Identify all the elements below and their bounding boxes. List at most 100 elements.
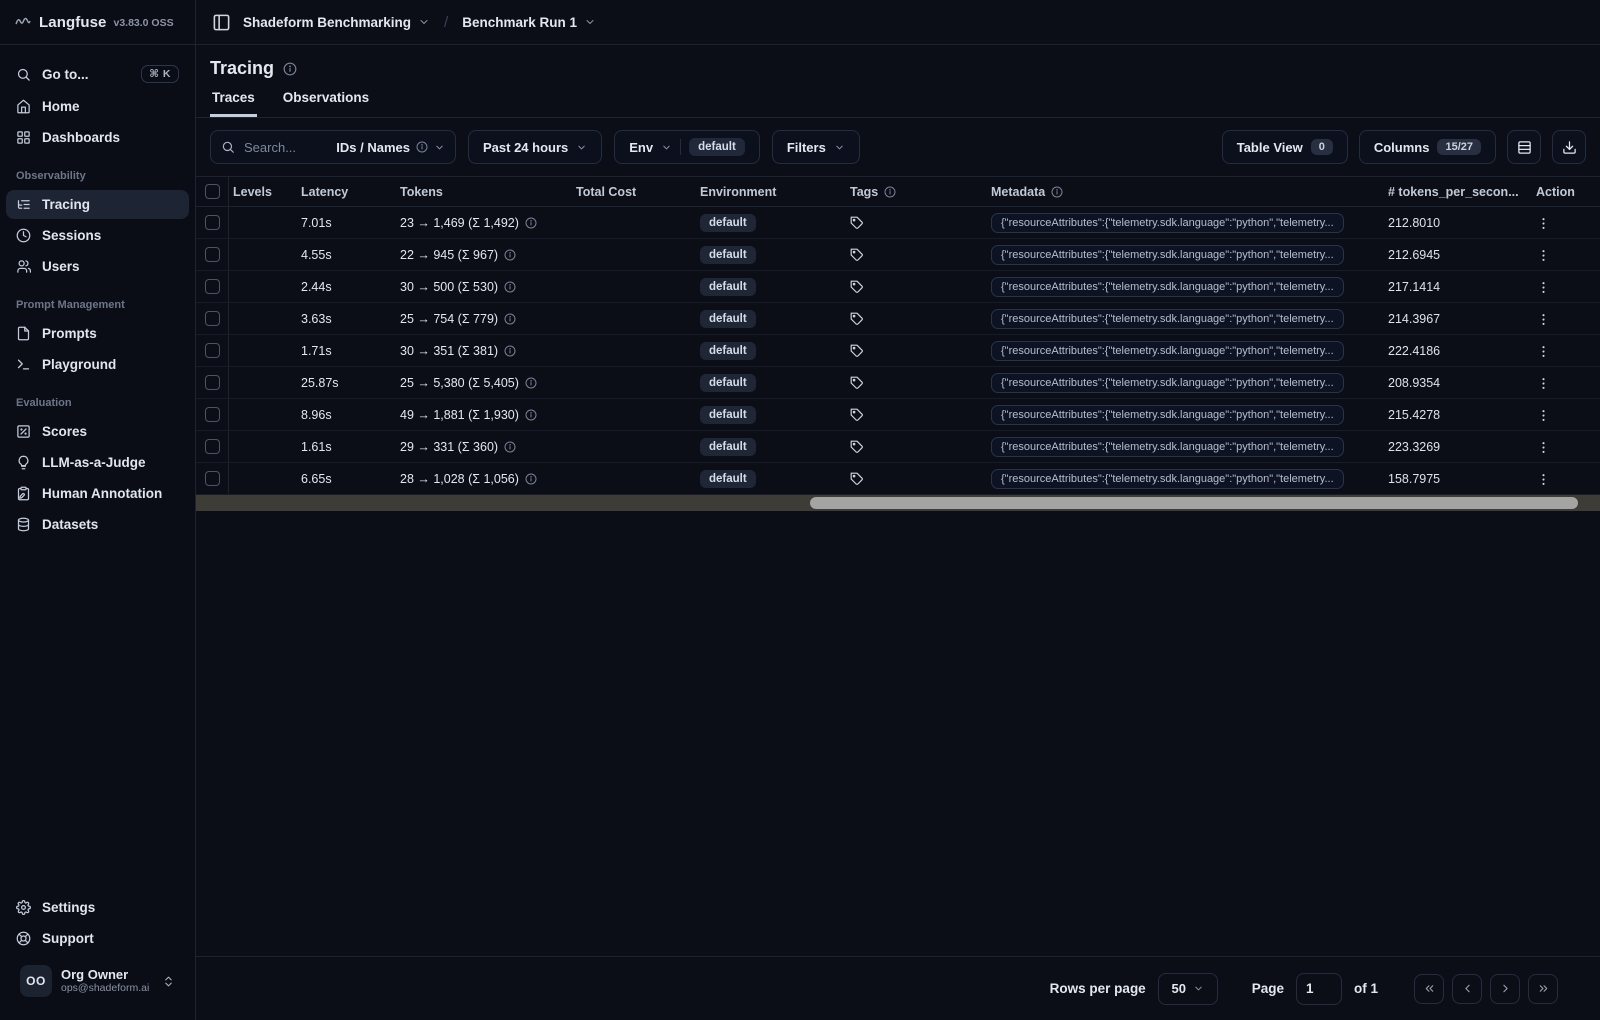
metadata-pill[interactable]: {"resourceAttributes":{"telemetry.sdk.la…	[991, 212, 1344, 233]
next-page-button[interactable]	[1490, 973, 1520, 1004]
breadcrumb-project[interactable]: Shadeform Benchmarking	[243, 15, 430, 30]
row-actions-button[interactable]	[1536, 471, 1551, 487]
sidebar-item-prompts[interactable]: Prompts	[6, 319, 189, 348]
info-icon[interactable]	[525, 217, 537, 229]
prev-page-button[interactable]	[1452, 973, 1482, 1004]
row-checkbox[interactable]	[204, 375, 220, 390]
row-actions-button[interactable]	[1536, 343, 1551, 359]
row-actions-button[interactable]	[1536, 375, 1551, 391]
levels-cell	[229, 399, 285, 430]
sidebar-item-settings[interactable]: Settings	[6, 893, 189, 922]
page-number-input[interactable]	[1295, 972, 1342, 1005]
metadata-pill[interactable]: {"resourceAttributes":{"telemetry.sdk.la…	[991, 468, 1344, 489]
env-filter-button[interactable]: Env default	[614, 130, 760, 164]
row-actions-button[interactable]	[1536, 279, 1551, 295]
row-actions-button[interactable]	[1536, 247, 1551, 263]
tag-icon[interactable]	[850, 280, 864, 294]
row-checkbox[interactable]	[204, 471, 220, 486]
sidebar-item-sessions[interactable]: Sessions	[6, 221, 189, 250]
sidebar-item-scores[interactable]: Scores	[6, 417, 189, 446]
table-row[interactable]: 25.87s 25 → 5,380 (Σ 5,405) default {"re…	[196, 367, 1600, 399]
table-row[interactable]: 2.44s 30 → 500 (Σ 530) default {"resourc…	[196, 271, 1600, 303]
sidebar-toggle-icon[interactable]	[212, 13, 231, 32]
info-icon[interactable]	[504, 313, 516, 325]
sidebar-item-datasets[interactable]: Datasets	[6, 510, 189, 539]
metadata-pill[interactable]: {"resourceAttributes":{"telemetry.sdk.la…	[991, 276, 1344, 297]
sidebar-item-llm-judge[interactable]: LLM-as-a-Judge	[6, 448, 189, 477]
row-height-button[interactable]	[1507, 130, 1541, 164]
info-icon[interactable]	[504, 441, 516, 453]
table-row[interactable]: 8.96s 49 → 1,881 (Σ 1,930) default {"res…	[196, 399, 1600, 431]
time-range-button[interactable]: Past 24 hours	[468, 130, 603, 164]
row-checkbox[interactable]	[204, 407, 220, 422]
table-row[interactable]: 1.61s 29 → 331 (Σ 360) default {"resourc…	[196, 431, 1600, 463]
row-checkbox[interactable]	[204, 311, 220, 326]
table-row[interactable]: 4.55s 22 → 945 (Σ 967) default {"resourc…	[196, 239, 1600, 271]
tag-icon[interactable]	[850, 216, 864, 230]
metadata-pill[interactable]: {"resourceAttributes":{"telemetry.sdk.la…	[991, 436, 1344, 457]
row-actions-button[interactable]	[1536, 215, 1551, 231]
sidebar-item-tracing[interactable]: Tracing	[6, 190, 189, 219]
chevron-down-icon	[661, 142, 672, 153]
metadata-pill[interactable]: {"resourceAttributes":{"telemetry.sdk.la…	[991, 244, 1344, 265]
table-row[interactable]: 1.71s 30 → 351 (Σ 381) default {"resourc…	[196, 335, 1600, 367]
metadata-pill[interactable]: {"resourceAttributes":{"telemetry.sdk.la…	[991, 372, 1344, 393]
info-icon[interactable]	[525, 377, 537, 389]
tag-icon[interactable]	[850, 408, 864, 422]
metadata-pill[interactable]: {"resourceAttributes":{"telemetry.sdk.la…	[991, 308, 1344, 329]
rows-per-page-select[interactable]: 50	[1157, 972, 1218, 1005]
row-actions-button[interactable]	[1536, 311, 1551, 327]
sidebar-item-support[interactable]: Support	[6, 924, 189, 953]
sidebar-item-playground[interactable]: Playground	[6, 350, 189, 379]
info-icon[interactable]	[525, 409, 537, 421]
export-button[interactable]	[1552, 130, 1586, 164]
info-icon[interactable]	[884, 186, 896, 198]
scrollbar-thumb[interactable]	[810, 497, 1578, 509]
columns-button[interactable]: Columns 15/27	[1358, 130, 1496, 164]
sidebar-item-users[interactable]: Users	[6, 252, 189, 281]
tab-traces[interactable]: Traces	[210, 90, 257, 117]
table-row[interactable]: 7.01s 23 → 1,469 (Σ 1,492) default {"res…	[196, 207, 1600, 239]
table-view-button[interactable]: Table View 0	[1221, 130, 1348, 164]
tag-icon[interactable]	[850, 344, 864, 358]
user-menu[interactable]: OO Org Owner ops@shadeform.ai	[14, 960, 181, 1002]
metadata-pill[interactable]: {"resourceAttributes":{"telemetry.sdk.la…	[991, 340, 1344, 361]
tag-icon[interactable]	[850, 248, 864, 262]
row-actions-button[interactable]	[1536, 407, 1551, 423]
row-checkbox[interactable]	[204, 439, 220, 454]
sidebar-item-home[interactable]: Home	[6, 92, 189, 121]
last-page-button[interactable]	[1528, 973, 1558, 1004]
row-checkbox[interactable]	[204, 279, 220, 294]
tag-icon[interactable]	[850, 312, 864, 326]
topbar: Shadeform Benchmarking / Benchmark Run 1	[196, 0, 1600, 45]
horizontal-scrollbar[interactable]	[196, 495, 1600, 511]
row-checkbox[interactable]	[204, 215, 220, 230]
breadcrumb-run[interactable]: Benchmark Run 1	[462, 15, 596, 30]
info-icon[interactable]	[504, 281, 516, 293]
section-evaluation: Evaluation	[16, 397, 72, 409]
row-actions-button[interactable]	[1536, 439, 1551, 455]
tag-icon[interactable]	[850, 440, 864, 454]
first-page-button[interactable]	[1414, 973, 1444, 1004]
table-row[interactable]: 3.63s 25 → 754 (Σ 779) default {"resourc…	[196, 303, 1600, 335]
sidebar-item-dashboards[interactable]: Dashboards	[6, 123, 189, 152]
sidebar-item-human-annotation[interactable]: Human Annotation	[6, 479, 189, 508]
row-checkbox[interactable]	[204, 247, 220, 262]
search-input[interactable]	[242, 138, 320, 156]
tokens-value: 25 → 5,380 (Σ 5,405)	[400, 375, 519, 390]
info-icon[interactable]	[504, 345, 516, 357]
info-icon[interactable]	[504, 249, 516, 261]
search-mode-dropdown[interactable]: IDs / Names	[336, 140, 445, 155]
info-icon[interactable]	[525, 473, 537, 485]
row-checkbox[interactable]	[204, 343, 220, 358]
info-icon[interactable]	[283, 62, 297, 76]
metadata-pill[interactable]: {"resourceAttributes":{"telemetry.sdk.la…	[991, 404, 1344, 425]
tab-observations[interactable]: Observations	[281, 90, 371, 117]
filters-button[interactable]: Filters	[771, 130, 860, 164]
tag-icon[interactable]	[850, 376, 864, 390]
table-row[interactable]: 6.65s 28 → 1,028 (Σ 1,056) default {"res…	[196, 463, 1600, 495]
info-icon[interactable]	[1051, 186, 1063, 198]
sidebar-item-goto[interactable]: Go to... ⌘ K	[6, 58, 189, 90]
select-all-checkbox[interactable]	[204, 184, 220, 199]
tag-icon[interactable]	[850, 472, 864, 486]
